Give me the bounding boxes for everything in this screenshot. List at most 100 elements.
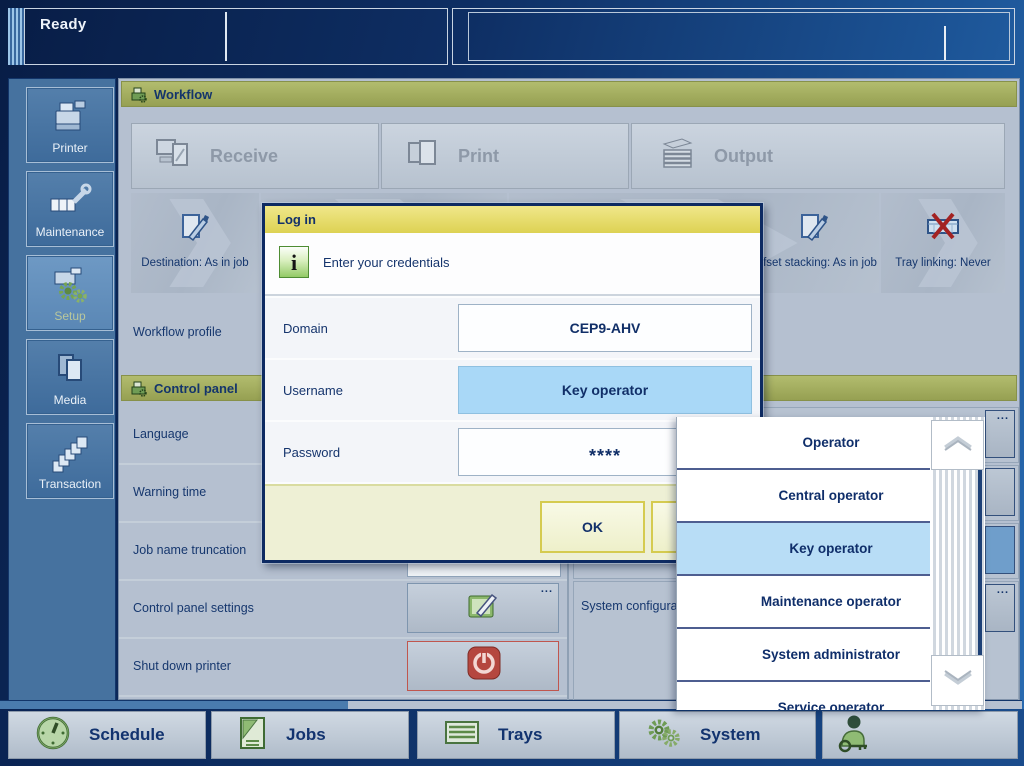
tab-output-label: Output xyxy=(714,146,773,167)
system-row-more-button[interactable]: ... xyxy=(985,410,1015,458)
setup-gears-icon xyxy=(27,262,113,308)
status-panel xyxy=(24,8,448,65)
sidebar-item-label: Maintenance xyxy=(27,225,113,239)
chevron-up-icon xyxy=(941,433,975,458)
sidebar-item-label: Setup xyxy=(27,309,113,323)
more-indicator: ... xyxy=(541,584,553,594)
tray-linking-crossed-icon xyxy=(881,211,1005,243)
sidebar-item-media[interactable]: Media xyxy=(26,339,114,415)
dropdown-scroll-down-button[interactable] xyxy=(931,655,984,706)
system-row-selected-button[interactable] xyxy=(985,526,1015,574)
edit-document-icon xyxy=(131,211,259,245)
tab-print-label: Print xyxy=(458,146,499,167)
clock-icon xyxy=(35,715,71,756)
counter-wrench-icon xyxy=(27,178,113,224)
status-panel-divider xyxy=(225,12,227,61)
username-dropdown-list: Operator Central operator Key operator M… xyxy=(676,417,985,710)
output-icon xyxy=(654,135,698,178)
ok-button[interactable]: OK xyxy=(540,501,645,553)
transaction-stack-icon xyxy=(27,430,113,476)
info-icon: i xyxy=(279,246,309,278)
sidebar-item-label: Media xyxy=(27,393,113,407)
username-field[interactable]: Key operator xyxy=(458,366,752,414)
tile-tray-linking[interactable]: Tray linking: Never xyxy=(881,193,1005,293)
workflow-profile-label: Workflow profile xyxy=(133,325,222,339)
bottom-navigation-bar: Schedule Jobs Trays System xyxy=(0,709,1024,766)
sidebar-item-transaction[interactable]: Transaction xyxy=(26,423,114,499)
dropdown-scrollbar-thumb[interactable] xyxy=(978,470,982,655)
tab-output[interactable]: Output xyxy=(631,123,1005,189)
control-panel-settings-button[interactable]: ... xyxy=(407,583,559,633)
shut-down-printer-button[interactable] xyxy=(407,641,559,691)
tab-receive[interactable]: Receive xyxy=(131,123,379,189)
login-dialog-titlebar: Log in xyxy=(265,206,760,234)
dropdown-scroll-up-button[interactable] xyxy=(931,420,984,470)
login-dialog-message: Enter your credentials xyxy=(323,255,449,270)
tab-jobs-label: Jobs xyxy=(286,725,326,745)
tile-destination[interactable]: Destination: As in job xyxy=(131,193,259,293)
power-icon xyxy=(461,644,505,689)
username-label: Username xyxy=(283,383,343,398)
printer-status-text: Ready xyxy=(40,16,87,33)
topbar-stripes-decoration xyxy=(8,8,24,65)
user-key-icon xyxy=(833,712,873,759)
setup-sidebar: Printer Maintenance Setup Media Transact… xyxy=(8,78,116,707)
domain-row: Domain CEP9-AHV xyxy=(265,298,760,360)
message-panel-cursor xyxy=(944,26,946,60)
control-panel-settings-label: Control panel settings xyxy=(133,601,254,615)
jobs-document-icon xyxy=(238,715,268,756)
login-dialog-message-row: i Enter your credentials xyxy=(265,233,760,296)
chevron-down-icon xyxy=(941,668,975,693)
password-masked-value: **** xyxy=(589,446,621,467)
language-label: Language xyxy=(133,427,189,441)
tile-offset-stacking-content: Offset stacking: As in job xyxy=(749,193,879,293)
edit-pad-icon xyxy=(463,588,503,629)
tile-tray-linking-label: Tray linking: Never xyxy=(881,257,1005,269)
shut-down-printer-label: Shut down printer xyxy=(133,659,231,673)
tab-schedule[interactable]: Schedule xyxy=(8,711,206,759)
logged-in-user-button[interactable] xyxy=(822,711,1018,759)
row-divider xyxy=(119,637,567,639)
edit-document-icon xyxy=(749,211,879,245)
system-row-button[interactable] xyxy=(985,468,1015,516)
tile-offset-stacking-label: Offset stacking: As in job xyxy=(749,257,879,269)
row-divider xyxy=(119,695,567,697)
domain-value: CEP9-AHV xyxy=(570,320,641,336)
tab-jobs[interactable]: Jobs xyxy=(211,711,409,759)
tab-print[interactable]: Print xyxy=(381,123,629,189)
sidebar-item-printer[interactable]: Printer xyxy=(26,87,114,163)
gears-icon xyxy=(646,717,682,754)
tab-system-label: System xyxy=(700,725,760,745)
print-icon xyxy=(404,136,442,177)
more-indicator: ... xyxy=(997,411,1009,421)
workflow-section-header: Workflow xyxy=(121,81,1017,107)
tab-trays-label: Trays xyxy=(498,725,542,745)
sidebar-item-maintenance[interactable]: Maintenance xyxy=(26,171,114,247)
system-configuration-more-button[interactable]: ... xyxy=(985,584,1015,632)
row-divider xyxy=(119,579,567,581)
more-indicator: ... xyxy=(997,585,1009,595)
domain-label: Domain xyxy=(283,321,328,336)
sidebar-item-label: Printer xyxy=(27,141,113,155)
username-value: Key operator xyxy=(562,382,648,398)
printer-icon xyxy=(27,94,113,140)
domain-field[interactable]: CEP9-AHV xyxy=(458,304,752,352)
sidebar-bottom-strip xyxy=(0,700,348,709)
tab-schedule-label: Schedule xyxy=(89,725,165,745)
printer-controller-screen: Ready Printer Maintenance Setup xyxy=(0,0,1024,766)
trays-icon xyxy=(444,719,480,752)
control-panel-machine-icon xyxy=(130,380,149,402)
username-row: Username Key operator xyxy=(265,360,760,422)
warning-time-label: Warning time xyxy=(133,485,206,499)
tab-system[interactable]: System xyxy=(619,711,816,759)
sidebar-item-setup[interactable]: Setup xyxy=(26,255,114,331)
tab-trays[interactable]: Trays xyxy=(417,711,615,759)
password-label: Password xyxy=(283,445,340,460)
tile-destination-label: Destination: As in job xyxy=(131,257,259,269)
ok-button-label: OK xyxy=(582,519,603,535)
job-name-truncation-label: Job name truncation xyxy=(133,543,246,557)
receive-icon xyxy=(154,135,194,178)
control-panel-section-title: Control panel xyxy=(154,381,238,396)
workflow-section-title: Workflow xyxy=(154,87,212,102)
workflow-machine-icon xyxy=(130,86,149,108)
